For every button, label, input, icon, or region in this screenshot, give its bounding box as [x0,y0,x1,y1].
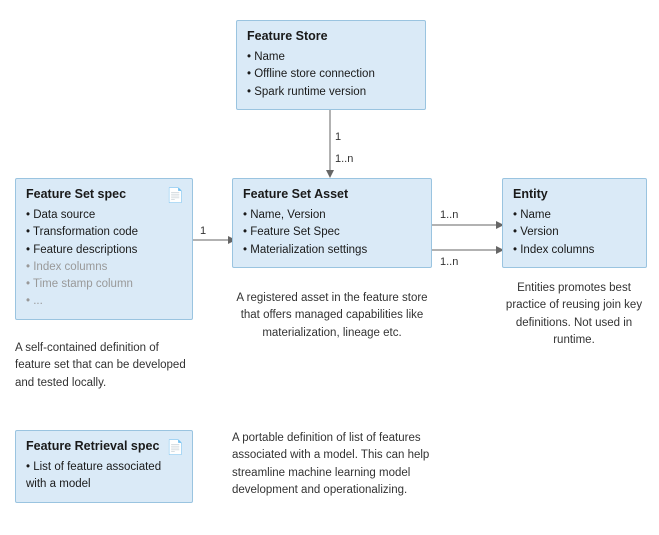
entity-item-3: Index columns [513,242,636,259]
spec-item-4: Index columns [26,259,164,276]
feature-set-asset-title: Feature Set Asset [243,187,421,201]
feature-retrieval-spec-list: List of feature associated with a model [26,459,164,494]
spec-item-2: Transformation code [26,224,164,241]
doc-icon: 📄 [167,187,184,204]
feature-set-spec-box: 📄 Feature Set spec Data source Transform… [15,178,193,320]
feature-set-spec-title: Feature Set spec [26,187,164,201]
feature-store-title: Feature Store [247,29,415,43]
diagram-container: 1 1..n 1 1..n 1..n Feature Store Name Of… [0,0,659,535]
svg-text:1..n: 1..n [440,209,458,221]
feature-retrieval-spec-box: 📄 Feature Retrieval spec List of feature… [15,430,193,503]
spec-item-1: Data source [26,207,164,224]
feature-store-item-3: Spark runtime version [247,84,415,101]
doc-icon-2: 📄 [167,439,184,456]
feature-store-item-2: Offline store connection [247,66,415,83]
entity-box: Entity Name Version Index columns [502,178,647,268]
spec-item-3: Feature descriptions [26,242,164,259]
feature-store-list: Name Offline store connection Spark runt… [247,49,415,101]
svg-text:1: 1 [335,131,341,143]
svg-text:1..n: 1..n [440,256,458,268]
feature-set-asset-list: Name, Version Feature Set Spec Materiali… [243,207,421,259]
asset-item-3: Materialization settings [243,242,421,259]
svg-text:1: 1 [200,225,206,237]
asset-item-1: Name, Version [243,207,421,224]
feature-store-item-1: Name [247,49,415,66]
entity-list: Name Version Index columns [513,207,636,259]
svg-text:1..n: 1..n [335,153,353,165]
feature-set-spec-desc: A self-contained definition of feature s… [15,340,193,392]
entity-item-2: Version [513,224,636,241]
asset-item-2: Feature Set Spec [243,224,421,241]
feature-set-asset-box: Feature Set Asset Name, Version Feature … [232,178,432,268]
spec-item-5: Time stamp column [26,276,164,293]
feature-set-asset-desc: A registered asset in the feature store … [232,290,432,342]
entity-title: Entity [513,187,636,201]
retrieval-item-1: List of feature associated with a model [26,459,164,494]
spec-item-6: ... [26,293,164,310]
feature-retrieval-spec-title: Feature Retrieval spec [26,439,164,453]
feature-store-box: Feature Store Name Offline store connect… [236,20,426,110]
feature-set-spec-list: Data source Transformation code Feature … [26,207,164,311]
entity-desc: Entities promotes best practice of reusi… [500,280,648,349]
entity-item-1: Name [513,207,636,224]
feature-retrieval-spec-desc: A portable definition of list of feature… [232,430,432,499]
